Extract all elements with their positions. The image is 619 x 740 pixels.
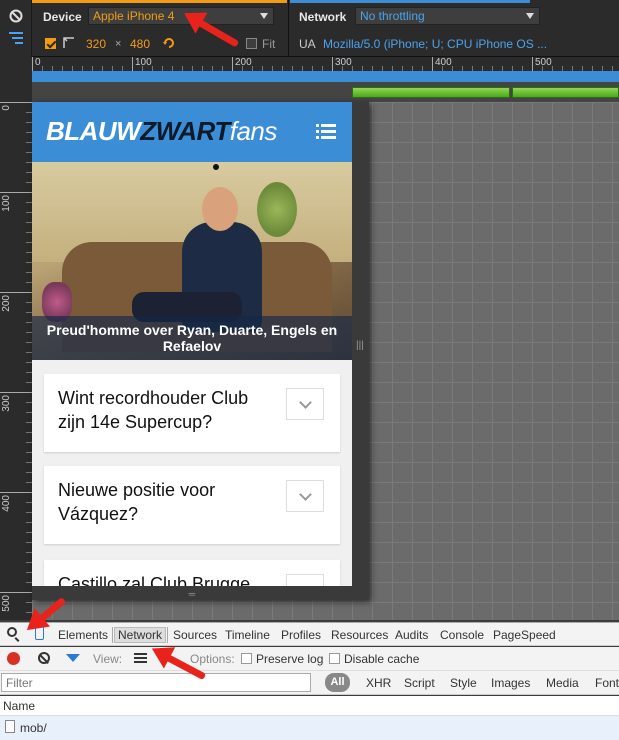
chevron-down-icon bbox=[526, 13, 534, 19]
ruler-tick: 100 bbox=[132, 57, 152, 71]
tab-divider bbox=[112, 627, 113, 643]
article-card[interactable]: Castillo zal Club Brugge bbox=[44, 560, 340, 586]
tab-divider bbox=[167, 627, 168, 643]
devtools-tab-bar: Elements Network Sources Timeline Profil… bbox=[0, 622, 619, 646]
filter-type-script[interactable]: Script bbox=[404, 676, 435, 690]
filter-type-font[interactable]: Font bbox=[595, 676, 619, 690]
ua-label: UA bbox=[299, 37, 316, 51]
record-icon[interactable] bbox=[7, 652, 20, 665]
user-agent-field[interactable]: Mozilla/5.0 (iPhone; U; CPU iPhone OS ..… bbox=[323, 37, 547, 51]
filter-type-all[interactable]: All bbox=[325, 673, 350, 692]
clear-icon[interactable] bbox=[38, 652, 50, 664]
network-select-value: No throttling bbox=[360, 9, 425, 23]
filter-type-media[interactable]: Media bbox=[546, 676, 579, 690]
device-toolbar: Device Apple iPhone 4 320 × 480 Fit Netw… bbox=[0, 0, 619, 57]
horizontal-ruler: 0 100 200 300 400 500 bbox=[32, 57, 619, 71]
ruler-tick: 100 bbox=[0, 192, 32, 212]
media-query-icon[interactable] bbox=[9, 32, 23, 44]
ruler-tick: 0 bbox=[0, 102, 32, 111]
media-query-bar-min[interactable] bbox=[512, 87, 619, 98]
site-logo[interactable]: BLAUWZWARTfans bbox=[46, 116, 277, 147]
tab-timeline[interactable]: Timeline bbox=[225, 628, 270, 642]
toolbar-left-column bbox=[0, 0, 32, 57]
ruler-tick: 500 bbox=[0, 592, 32, 612]
swap-dimensions-icon[interactable] bbox=[162, 36, 176, 50]
carousel-indicator[interactable] bbox=[213, 164, 219, 170]
site-header: BLAUWZWARTfans bbox=[32, 102, 352, 162]
preserve-log-checkbox[interactable] bbox=[241, 653, 252, 664]
device-tab-accent bbox=[32, 0, 287, 3]
article-card[interactable]: Wint recordhouder Club zijn 14e Supercup… bbox=[44, 374, 340, 452]
tab-audits[interactable]: Audits bbox=[395, 628, 428, 642]
article-title[interactable]: Castillo zal Club Brugge bbox=[58, 572, 278, 586]
width-input[interactable]: 320 bbox=[86, 37, 106, 51]
height-resize-handle[interactable]: ═ bbox=[32, 588, 352, 600]
tab-elements[interactable]: Elements bbox=[58, 628, 108, 642]
article-title[interactable]: Nieuwe positie voor Vázquez? bbox=[58, 478, 278, 526]
device-frame: BLAUWZWARTfans Preud'homme over Ryan, Du… bbox=[32, 102, 369, 600]
document-icon bbox=[5, 720, 15, 733]
inspect-element-icon[interactable] bbox=[7, 627, 17, 637]
request-name[interactable]: mob/ bbox=[20, 721, 47, 735]
dimension-separator: × bbox=[115, 38, 122, 50]
device-viewport[interactable]: BLAUWZWARTfans Preud'homme over Ryan, Du… bbox=[32, 102, 352, 586]
filter-type-style[interactable]: Style bbox=[450, 676, 477, 690]
network-table-header: Name bbox=[0, 696, 619, 716]
media-query-bar-max[interactable] bbox=[32, 71, 619, 82]
filter-type-xhr[interactable]: XHR bbox=[366, 676, 391, 690]
ruler-tick: 300 bbox=[332, 57, 352, 71]
ruler-tick: 300 bbox=[0, 392, 32, 412]
menu-icon[interactable] bbox=[316, 124, 336, 140]
chevron-down-icon[interactable] bbox=[286, 480, 324, 512]
fit-label: Fit bbox=[262, 37, 276, 51]
fit-checkbox[interactable] bbox=[246, 38, 257, 49]
filter-type-images[interactable]: Images bbox=[491, 676, 530, 690]
ruler-corner bbox=[0, 57, 32, 102]
table-row[interactable]: mob/ bbox=[0, 716, 619, 740]
chevron-down-icon bbox=[260, 13, 268, 19]
hero-image[interactable]: Preud'homme over Ryan, Duarte, Engels en… bbox=[32, 162, 352, 360]
tab-resources[interactable]: Resources bbox=[331, 628, 388, 642]
filter-input[interactable] bbox=[1, 673, 311, 692]
ruler-tick: 0 bbox=[32, 57, 41, 71]
list-view-icon[interactable] bbox=[134, 653, 147, 663]
vertical-ruler: 0 100 200 300 400 500 bbox=[0, 102, 32, 620]
device-select-value: Apple iPhone 4 bbox=[93, 9, 175, 23]
filter-icon[interactable] bbox=[66, 654, 80, 662]
device-label: Device bbox=[43, 10, 82, 24]
ruler-tick: 400 bbox=[0, 492, 32, 512]
devtools-window: Device Apple iPhone 4 320 × 480 Fit Netw… bbox=[0, 0, 619, 740]
chevron-down-icon[interactable] bbox=[286, 388, 324, 420]
resize-icon bbox=[63, 37, 74, 48]
emulate-resolution-checkbox[interactable] bbox=[45, 38, 56, 49]
ruler-tick: 400 bbox=[432, 57, 452, 71]
toolbar-divider bbox=[288, 0, 289, 57]
ruler-tick: 500 bbox=[532, 57, 552, 71]
network-tab-accent bbox=[290, 0, 530, 3]
media-query-bar-min[interactable] bbox=[352, 87, 510, 98]
width-resize-handle[interactable]: ||| bbox=[353, 102, 367, 586]
network-throttling-select[interactable]: No throttling bbox=[355, 7, 540, 25]
ruler-tick: 200 bbox=[232, 57, 252, 71]
article-card[interactable]: Nieuwe positie voor Vázquez? bbox=[44, 466, 340, 544]
view-label: View: bbox=[93, 652, 123, 666]
article-title[interactable]: Wint recordhouder Club zijn 14e Supercup… bbox=[58, 386, 278, 434]
emulation-canvas: BLAUWZWARTfans Preud'homme over Ryan, Du… bbox=[32, 102, 619, 620]
tab-sources[interactable]: Sources bbox=[173, 628, 217, 642]
ruler-tick: 200 bbox=[0, 292, 32, 312]
tab-profiles[interactable]: Profiles bbox=[281, 628, 321, 642]
tab-console[interactable]: Console bbox=[440, 628, 484, 642]
network-label: Network bbox=[299, 10, 347, 24]
no-entry-icon[interactable] bbox=[9, 9, 23, 23]
tab-pagespeed[interactable]: PageSpeed bbox=[493, 628, 556, 642]
disable-cache-label: Disable cache bbox=[344, 652, 420, 666]
options-label: Options: bbox=[190, 652, 235, 666]
disable-cache-checkbox[interactable] bbox=[329, 653, 340, 664]
chevron-down-icon[interactable] bbox=[286, 574, 324, 586]
preserve-log-label: Preserve log bbox=[256, 652, 324, 666]
height-input[interactable]: 480 bbox=[130, 37, 150, 51]
name-column-header[interactable]: Name bbox=[3, 699, 35, 713]
hero-caption[interactable]: Preud'homme over Ryan, Duarte, Engels en… bbox=[32, 316, 352, 360]
